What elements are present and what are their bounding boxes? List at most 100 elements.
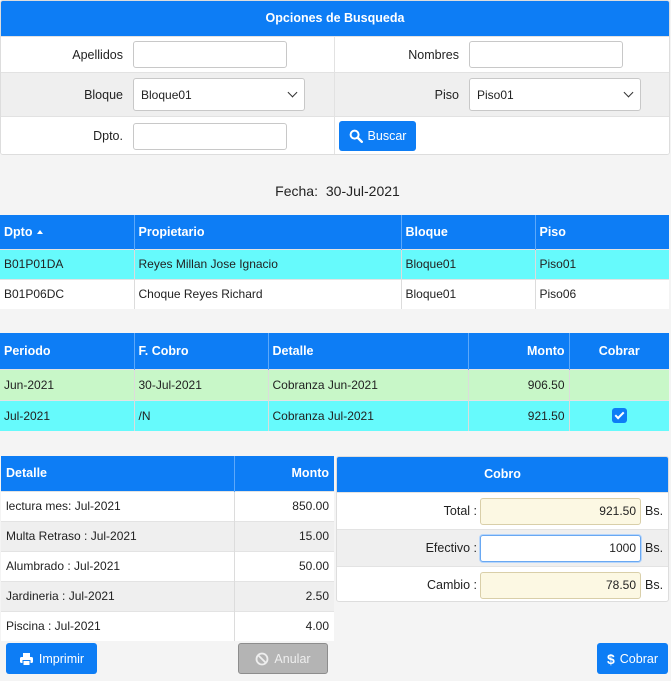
ban-icon (256, 652, 269, 665)
column-header-cobrar: Cobrar (569, 333, 669, 369)
efectivo-label: Efectivo : (425, 541, 477, 555)
cobrar-cell (569, 399, 669, 431)
table-row: Jardineria : Jul-2021 2.50 (1, 580, 334, 611)
cambio-row: Cambio : 78.50 Bs. (337, 566, 668, 601)
piso-selected-value: Piso01 (477, 87, 514, 102)
monto-cell: 921.50 (468, 399, 570, 431)
cambio-label: Cambio : (426, 578, 477, 592)
total-field: 921.50 (480, 497, 641, 525)
detalle-cell: lectura mes: Jul-2021 (1, 490, 235, 521)
currency-label: Bs. (645, 578, 664, 592)
table-row: Multa Retraso : Jul-2021 15.00 (1, 520, 334, 551)
monto-cell: 4.00 (234, 610, 334, 641)
column-header-monto: Monto (234, 456, 334, 491)
fecha-line: Fecha: 30-Jul-2021 (0, 183, 671, 199)
f-cobro-cell: 30-Jul-2021 (134, 368, 269, 400)
nombres-label: Nombres (408, 47, 459, 62)
detalle-cell: Cobranza Jun-2021 (268, 368, 469, 400)
periodos-table: Periodo F. Cobro Detalle Monto Cobrar Ju… (0, 333, 669, 431)
bloque-selected-value: Bloque01 (141, 87, 192, 102)
search-options-panel: Opciones de Busqueda Apellidos Nombres B… (0, 0, 670, 155)
bloque-cell: Bloque01 (401, 278, 536, 309)
column-header-detalle: Detalle (1, 456, 235, 491)
currency-label: Bs. (645, 541, 664, 555)
table-row[interactable]: B01P06DC Choque Reyes Richard Bloque01 P… (0, 278, 669, 309)
column-header-propietario[interactable]: Propietario (134, 215, 402, 249)
search-row-dpto: Dpto. Buscar (1, 116, 669, 154)
detalle-cell: Multa Retraso : Jul-2021 (1, 520, 235, 551)
column-header-f-cobro: F. Cobro (134, 333, 269, 369)
column-header-piso[interactable]: Piso (535, 215, 669, 249)
detalle-cell: Alumbrado : Jul-2021 (1, 550, 235, 581)
column-header-periodo: Periodo (0, 333, 135, 369)
dpto-cell: B01P01DA (0, 248, 135, 279)
cobrar-checkbox[interactable] (611, 408, 627, 424)
column-header-detalle: Detalle (268, 333, 469, 369)
monto-cell: 50.00 (234, 550, 334, 581)
anular-label: Anular (274, 651, 311, 666)
printer-icon (19, 652, 33, 666)
chevron-down-icon (287, 87, 298, 98)
table-row: Alumbrado : Jul-2021 50.00 (1, 550, 334, 581)
piso-cell: Piso06 (535, 278, 669, 309)
anular-button[interactable]: Anular (238, 643, 328, 674)
piso-label: Piso (434, 87, 459, 102)
propietario-cell: Reyes Millan Jose Ignacio (134, 248, 402, 279)
currency-label: Bs. (645, 504, 664, 518)
buscar-label: Buscar (367, 129, 407, 143)
table-row: Piscina : Jul-2021 4.00 (1, 610, 334, 641)
periodo-cell: Jun-2021 (0, 368, 135, 400)
imprimir-button[interactable]: Imprimir (6, 643, 97, 674)
propietario-cell: Choque Reyes Richard (134, 278, 402, 309)
bloque-cell: Bloque01 (401, 248, 536, 279)
dpto-input[interactable] (133, 122, 287, 150)
imprimir-label: Imprimir (38, 651, 85, 666)
detalle-table: Detalle Monto lectura mes: Jul-2021 850.… (1, 456, 334, 641)
efectivo-row: Efectivo : 1000 Bs. (337, 529, 668, 566)
monto-cell: 850.00 (234, 490, 334, 521)
departamentos-table: Dpto Propietario Bloque Piso B01P01DA Re… (0, 215, 669, 309)
piso-cell: Piso01 (535, 248, 669, 279)
monto-cell: 906.50 (468, 368, 570, 400)
dollar-icon: $ (606, 650, 615, 667)
cobrar-cell (569, 368, 669, 400)
table-row[interactable]: Jun-2021 30-Jul-2021 Cobranza Jun-2021 9… (0, 368, 669, 400)
search-panel-title: Opciones de Busqueda (1, 1, 669, 36)
dpto-cell: B01P06DC (0, 278, 135, 309)
monto-cell: 15.00 (234, 520, 334, 551)
efectivo-input[interactable]: 1000 (480, 534, 641, 562)
periodo-cell: Jul-2021 (0, 399, 135, 431)
detalle-cell: Cobranza Jul-2021 (268, 399, 469, 431)
table-header-row: Detalle Monto (1, 456, 334, 491)
table-header-row: Dpto Propietario Bloque Piso (0, 215, 669, 249)
table-header-row: Periodo F. Cobro Detalle Monto Cobrar (0, 333, 669, 369)
total-label: Total : (443, 504, 477, 518)
cobrar-button[interactable]: $ Cobrar (597, 643, 668, 674)
detalle-cell: Jardineria : Jul-2021 (1, 580, 235, 611)
apellidos-input[interactable] (133, 41, 287, 68)
total-row: Total : 921.50 Bs. (337, 492, 668, 529)
search-row-names: Apellidos Nombres (1, 36, 669, 72)
column-header-bloque[interactable]: Bloque (401, 215, 536, 249)
column-header-dpto[interactable]: Dpto (0, 215, 135, 249)
f-cobro-cell: /N (134, 399, 269, 431)
bloque-label: Bloque (84, 87, 123, 102)
fecha-value: 30-Jul-2021 (325, 183, 400, 199)
column-header-monto: Monto (468, 333, 570, 369)
search-icon (349, 129, 363, 143)
fecha-label: Fecha: (275, 183, 318, 199)
cobrar-label: Cobrar (619, 651, 658, 666)
bloque-select[interactable]: Bloque01 (133, 78, 305, 111)
monto-cell: 2.50 (234, 580, 334, 611)
dpto-label: Dpto. (93, 129, 123, 143)
table-row[interactable]: B01P01DA Reyes Millan Jose Ignacio Bloqu… (0, 248, 669, 279)
chevron-down-icon (623, 87, 634, 98)
table-row[interactable]: Jul-2021 /N Cobranza Jul-2021 921.50 (0, 399, 669, 431)
cobro-panel: Cobro Total : 921.50 Bs. Efectivo : 1000… (336, 456, 669, 602)
buscar-button[interactable]: Buscar (339, 121, 416, 151)
apellidos-label: Apellidos (72, 47, 123, 62)
table-row: lectura mes: Jul-2021 850.00 (1, 490, 334, 521)
piso-select[interactable]: Piso01 (469, 78, 641, 111)
cobro-panel-title: Cobro (337, 457, 668, 492)
nombres-input[interactable] (469, 41, 623, 68)
